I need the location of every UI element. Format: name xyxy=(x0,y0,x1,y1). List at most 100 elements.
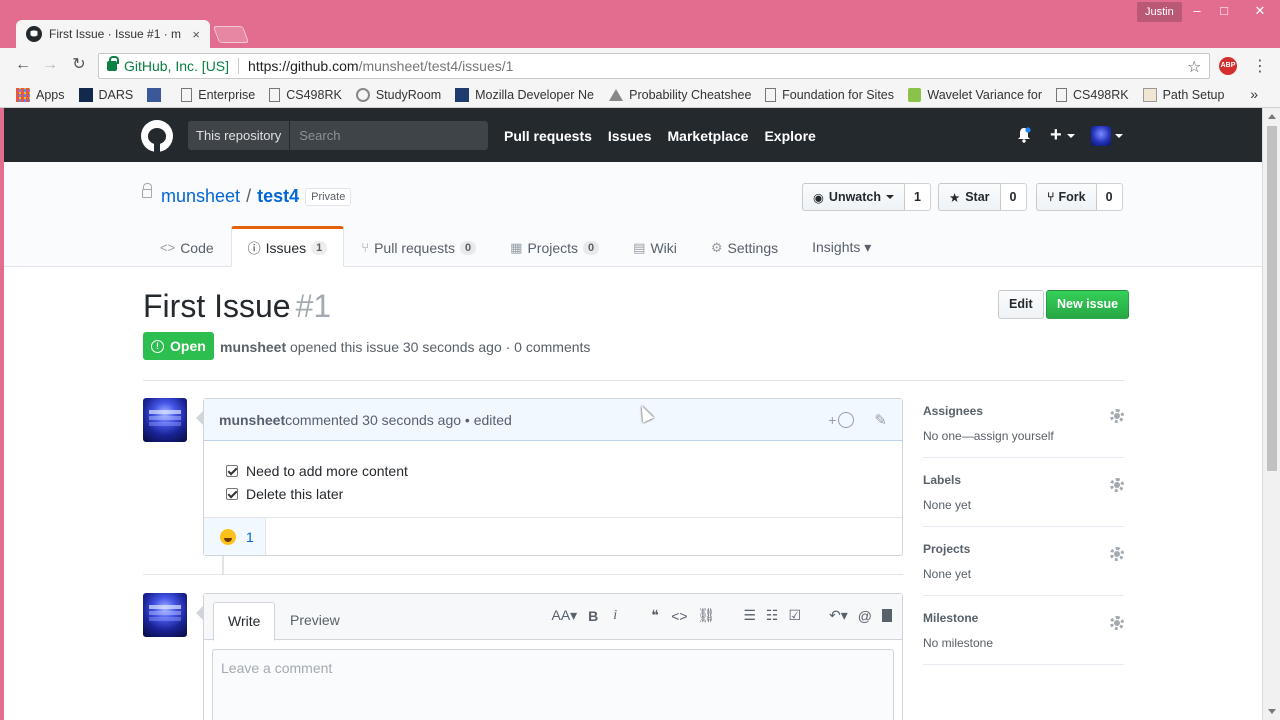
task-list-icon[interactable]: ☑ xyxy=(788,607,801,624)
nav-explore[interactable]: Explore xyxy=(764,128,815,144)
tab-settings[interactable]: ⚙ Settings xyxy=(694,226,795,267)
bookmark-cs498rk-2[interactable]: CS498RK xyxy=(1056,88,1129,102)
address-bar[interactable]: GitHub, Inc. [US] https://github.com/mun… xyxy=(98,53,1210,79)
comment-form-header: Write Preview AA▾ B i ❝ <> ⛓ ☰ ☷ ☑ ↶▾ @ xyxy=(204,594,902,641)
bookmark-enterprise[interactable]: Enterprise xyxy=(181,88,255,102)
bookmark-studyroom[interactable]: StudyRoom xyxy=(355,88,441,102)
assign-yourself-link[interactable]: No one—assign yourself xyxy=(923,429,1124,443)
forward-icon[interactable]: → xyxy=(41,56,59,74)
create-caret-icon[interactable] xyxy=(1067,134,1075,138)
search-box[interactable]: This repository Search xyxy=(188,121,488,150)
task-checkbox[interactable] xyxy=(226,464,238,477)
reply-icon[interactable]: ↶▾ xyxy=(829,607,848,624)
tab-write[interactable]: Write xyxy=(213,602,276,641)
gear-icon[interactable] xyxy=(1110,616,1124,630)
issue-comment: munsheet commented 30 seconds ago • edit… xyxy=(196,398,903,556)
tab-preview[interactable]: Preview xyxy=(290,602,340,640)
tab-insights[interactable]: Insights ▾ xyxy=(795,226,888,267)
add-reaction-button[interactable]: + xyxy=(828,411,855,428)
unordered-list-icon[interactable]: ☰ xyxy=(743,607,756,624)
browser-menu-icon[interactable]: ⋮ xyxy=(1252,56,1268,76)
bold-icon[interactable]: B xyxy=(587,608,599,624)
comment-author-avatar[interactable] xyxy=(143,398,187,442)
link-icon[interactable]: ⛓ xyxy=(698,607,716,624)
quote-icon[interactable]: ❝ xyxy=(649,607,661,624)
bookmark-foundation[interactable]: Foundation for Sites xyxy=(765,88,894,102)
search-input[interactable]: Search xyxy=(290,128,340,143)
code-icon: <> xyxy=(160,240,176,255)
site-identity[interactable]: GitHub, Inc. [US] xyxy=(99,56,229,74)
tab-code[interactable]: <> Code xyxy=(142,226,231,267)
bookmark-mdn[interactable]: Mozilla Developer Ne xyxy=(455,88,595,102)
adblock-icon[interactable]: ABP xyxy=(1219,57,1237,75)
notification-bell-icon[interactable] xyxy=(1017,127,1031,143)
browser-tab[interactable]: First Issue · Issue #1 · mu × xyxy=(16,20,210,48)
fork-button[interactable]: ⑂ Fork xyxy=(1036,183,1097,211)
current-user-avatar[interactable] xyxy=(143,593,187,637)
nav-pull-requests[interactable]: Pull requests xyxy=(504,128,592,144)
reload-icon[interactable]: ↻ xyxy=(70,56,88,74)
gear-icon[interactable] xyxy=(1110,547,1124,561)
tab-pull-requests[interactable]: ⑂ Pull requests 0 xyxy=(344,226,493,267)
star-count[interactable]: 0 xyxy=(1000,183,1027,211)
sidebar-heading: Assignees xyxy=(923,404,984,418)
bookmark-probability[interactable]: Probability Cheatshee xyxy=(609,88,751,102)
scroll-down-icon[interactable] xyxy=(1268,709,1276,714)
scroll-up-icon[interactable] xyxy=(1268,114,1276,119)
edit-button[interactable]: Edit xyxy=(998,290,1044,319)
bookmark-cs498rk[interactable]: CS498RK xyxy=(269,88,342,102)
close-window-button[interactable]: ✕ xyxy=(1245,0,1275,22)
gear-icon[interactable] xyxy=(1110,409,1124,423)
avatar-caret-icon[interactable] xyxy=(1115,134,1123,138)
fork-count[interactable]: 0 xyxy=(1096,183,1123,211)
bookmark-wavelet[interactable]: Wavelet Variance for xyxy=(908,88,1042,102)
tab-wiki[interactable]: ▤ Wiki xyxy=(616,226,694,267)
studyroom-icon xyxy=(355,88,370,102)
watch-count[interactable]: 1 xyxy=(905,183,931,211)
nav-marketplace[interactable]: Marketplace xyxy=(668,128,749,144)
header-text-icon[interactable]: AA▾ xyxy=(551,607,577,624)
minimize-button[interactable]: – xyxy=(1182,0,1212,22)
repo-owner-link[interactable]: munsheet xyxy=(161,186,240,207)
new-issue-button[interactable]: New issue xyxy=(1046,290,1130,319)
create-new-icon[interactable]: + xyxy=(1050,124,1062,147)
edit-pencil-icon[interactable]: ✎ xyxy=(874,411,887,429)
comment-author-link[interactable]: munsheet xyxy=(219,412,285,428)
nav-issues[interactable]: Issues xyxy=(608,128,652,144)
page-scrollbar[interactable] xyxy=(1262,108,1280,720)
tab-issues[interactable]: ⓘ Issues 1 xyxy=(230,226,345,267)
bookmark-path-setup[interactable]: Path Setup xyxy=(1142,88,1224,102)
mention-icon[interactable]: @ xyxy=(858,608,872,624)
saved-reply-icon[interactable] xyxy=(882,609,892,622)
tab-projects[interactable]: ▦ Projects 0 xyxy=(493,226,616,267)
repo-title: munsheet / test4 Private xyxy=(142,183,352,207)
task-checkbox[interactable] xyxy=(226,487,238,500)
italic-icon[interactable]: i xyxy=(609,608,621,624)
new-tab-button[interactable] xyxy=(212,26,250,43)
comment-textarea[interactable]: Leave a comment xyxy=(212,649,894,720)
bookmark-apps[interactable]: Apps xyxy=(16,88,65,102)
scrollbar-thumb[interactable] xyxy=(1267,126,1277,471)
maximize-button[interactable]: □ xyxy=(1209,0,1239,22)
gear-icon[interactable] xyxy=(1110,478,1124,492)
git-pull-request-icon: ⑂ xyxy=(361,240,370,255)
bookmark-dars[interactable]: DARS xyxy=(78,88,133,102)
bookmark-facebook[interactable] xyxy=(147,88,167,102)
issue-author-link[interactable]: munsheet xyxy=(220,339,286,355)
profile-chip[interactable]: Justin xyxy=(1137,2,1182,22)
sidebar-heading: Labels xyxy=(923,473,962,487)
star-button[interactable]: ★ Star xyxy=(938,183,1001,211)
bookmarks-overflow-icon[interactable]: » xyxy=(1250,86,1258,102)
code-icon[interactable]: <> xyxy=(671,608,687,624)
github-logo-icon[interactable] xyxy=(141,120,173,152)
watch-group: ◉ Unwatch 1 xyxy=(802,183,931,211)
reaction-smile-button[interactable]: 1 xyxy=(204,518,266,555)
unwatch-button[interactable]: ◉ Unwatch xyxy=(802,183,906,211)
search-scope-label: This repository xyxy=(188,121,291,150)
ordered-list-icon[interactable]: ☷ xyxy=(766,607,779,624)
repo-name-link[interactable]: test4 xyxy=(257,186,299,207)
tab-close-icon[interactable]: × xyxy=(192,27,200,42)
back-icon[interactable]: ← xyxy=(14,56,32,74)
user-avatar[interactable] xyxy=(1091,126,1111,146)
bookmark-star-icon[interactable]: ☆ xyxy=(1187,57,1201,77)
